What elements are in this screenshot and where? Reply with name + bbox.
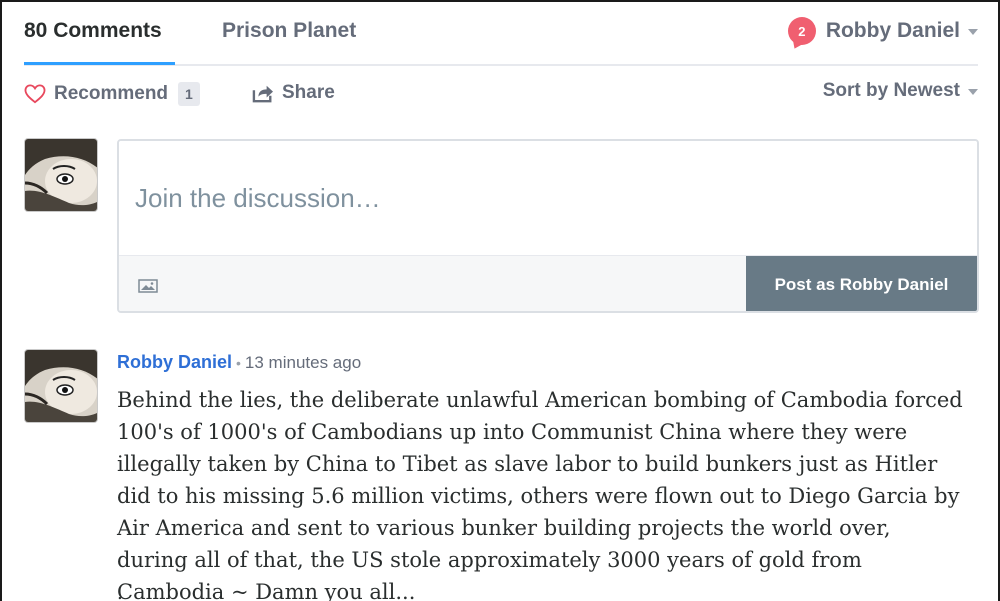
- avatar-image: [25, 139, 97, 211]
- user-name[interactable]: Robby Daniel: [826, 19, 960, 43]
- user-menu[interactable]: 2 Robby Daniel: [787, 16, 978, 46]
- heart-icon: [24, 84, 46, 104]
- recommend-label: Recommend: [54, 83, 169, 104]
- notification-badge[interactable]: 2: [787, 17, 816, 45]
- separator-bullet: •: [236, 355, 241, 371]
- comment-header: Robby Daniel • 13 minutes ago: [117, 350, 361, 375]
- share-icon: [252, 85, 273, 103]
- comment-composer: Post as Robby Daniel: [117, 139, 979, 313]
- comment-timestamp[interactable]: 13 minutes ago: [245, 353, 361, 372]
- image-icon[interactable]: [138, 278, 158, 294]
- tab-comments[interactable]: 80 Comments: [24, 18, 162, 44]
- tab-community[interactable]: Prison Planet: [222, 18, 356, 44]
- comment-author[interactable]: Robby Daniel: [117, 352, 232, 372]
- avatar-image: [25, 350, 97, 422]
- chevron-down-icon[interactable]: [968, 29, 978, 35]
- recommend-count: 1: [178, 82, 200, 106]
- active-tab-indicator: [24, 62, 175, 65]
- discussion-nav: 80 Comments Prison Planet 2 Robby Daniel: [24, 0, 978, 66]
- post-button[interactable]: Post as Robby Daniel: [746, 256, 977, 311]
- thread-actions: Recommend 1 Share Sort by Newest: [24, 80, 978, 110]
- avatar[interactable]: [24, 138, 98, 212]
- comment-text: Behind the lies, the deliberate unlawful…: [117, 388, 963, 601]
- comment-input[interactable]: [119, 141, 977, 255]
- recommend-button[interactable]: Recommend 1: [24, 82, 200, 106]
- sort-dropdown[interactable]: Sort by Newest: [823, 80, 978, 102]
- share-button[interactable]: Share: [252, 82, 335, 104]
- sort-label: Sort by Newest: [822, 80, 960, 101]
- share-label: Share: [282, 82, 335, 103]
- avatar[interactable]: [24, 349, 98, 423]
- composer-toolbar: Post as Robby Daniel: [119, 255, 977, 311]
- chevron-down-icon: [968, 89, 978, 95]
- comment-continuation: .: [117, 583, 123, 601]
